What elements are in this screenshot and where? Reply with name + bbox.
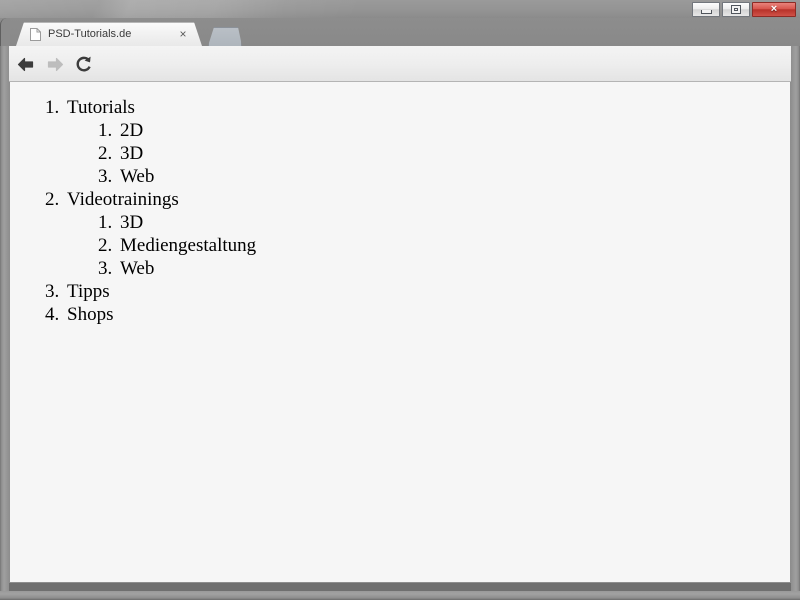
list-item-label: 2D [120, 120, 144, 141]
list-item-label: Videotrainings [67, 189, 179, 210]
tab-close-icon[interactable]: × [176, 27, 190, 41]
browser-window: × PSD-Tutorials.de × 1. Tutorials 1. 2D … [0, 0, 800, 600]
window-frame-left [0, 46, 9, 591]
outline-sublist: 2D3DWeb [64, 119, 790, 188]
new-tab-button[interactable] [208, 27, 242, 46]
forward-button[interactable] [42, 52, 68, 76]
list-item-label: Web [120, 166, 155, 187]
list-item-label: Tutorials [67, 97, 135, 118]
list-item: Web [117, 257, 790, 280]
list-item-label: 3D [120, 212, 144, 233]
page-icon [30, 27, 41, 41]
reload-icon [76, 56, 91, 72]
back-button[interactable] [12, 52, 38, 76]
minimize-icon [700, 9, 712, 14]
browser-tab[interactable]: PSD-Tutorials.de × [16, 22, 202, 46]
list-item-label: Shops [67, 304, 114, 325]
list-item-label: 3D [120, 143, 144, 164]
tab-title: PSD-Tutorials.de [48, 28, 132, 40]
reload-button[interactable] [70, 52, 96, 76]
window-titlebar: × [0, 0, 800, 19]
list-item: Tipps [64, 280, 790, 303]
forward-arrow-icon [47, 57, 63, 71]
maximize-button[interactable] [722, 2, 750, 17]
window-controls: × [690, 2, 796, 17]
window-frame-bottom [0, 591, 800, 600]
list-item: Shops [64, 303, 790, 326]
back-arrow-icon [17, 57, 33, 71]
list-item: 3D [117, 211, 790, 234]
browser-toolbar [0, 46, 800, 121]
outline-list: Tutorials2D3DWebVideotrainings3DMedienge… [10, 96, 790, 326]
list-item: Web [117, 165, 790, 188]
tab-strip: PSD-Tutorials.de × [0, 18, 800, 46]
list-item: 2D [117, 119, 790, 142]
maximize-icon [731, 5, 741, 14]
list-item: Tutorials2D3DWeb [64, 96, 790, 188]
minimize-button[interactable] [692, 2, 720, 17]
list-item: Videotrainings3DMediengestaltungWeb [64, 188, 790, 280]
titlebar-sheen [0, 0, 320, 18]
list-item-label: Tipps [67, 281, 110, 302]
list-item-label: Mediengestaltung [120, 235, 257, 256]
page-content: Tutorials2D3DWebVideotrainings3DMedienge… [10, 96, 790, 326]
close-window-button[interactable]: × [752, 2, 796, 17]
list-item: Mediengestaltung [117, 234, 790, 257]
close-icon: × [770, 3, 778, 15]
list-item-label: Web [120, 258, 155, 279]
window-frame-right [791, 46, 800, 591]
page-viewport: Tutorials2D3DWebVideotrainings3DMedienge… [9, 82, 791, 583]
outline-sublist: 3DMediengestaltungWeb [64, 211, 790, 280]
list-item: 3D [117, 142, 790, 165]
